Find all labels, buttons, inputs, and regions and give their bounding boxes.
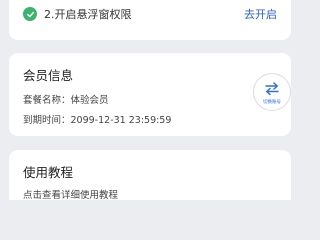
tutorial-subtitle[interactable]: 点击查看详细使用教程 — [23, 187, 118, 200]
switch-account-button[interactable]: 切换账号 — [253, 73, 291, 111]
member-plan-name: 套餐名称：体验会员 — [23, 95, 109, 106]
enable-permission-link[interactable]: 去开启 — [244, 6, 277, 22]
app-screen: 2.开启悬浮窗权限 去开启 会员信息 套餐名称：体验会员 到期时间：2099-1… — [0, 0, 300, 200]
tutorial-title: 使用教程 — [23, 165, 74, 180]
permission-item-label: 2.开启悬浮窗权限 — [44, 8, 132, 21]
member-info-card: 会员信息 套餐名称：体验会员 到期时间：2099-12-31 23:59:59 … — [9, 53, 291, 136]
member-expiry-time: 到期时间：2099-12-31 23:59:59 — [23, 115, 172, 126]
permission-item-overlay: 2.开启悬浮窗权限 去开启 — [23, 4, 277, 24]
swap-arrows-icon — [264, 80, 280, 99]
switch-account-caption: 切换账号 — [263, 99, 281, 105]
member-info-title: 会员信息 — [23, 68, 74, 83]
permission-card: 2.开启悬浮窗权限 去开启 — [9, 0, 291, 40]
check-icon — [23, 7, 37, 21]
tutorial-card[interactable]: 使用教程 点击查看详细使用教程 — [9, 150, 291, 200]
